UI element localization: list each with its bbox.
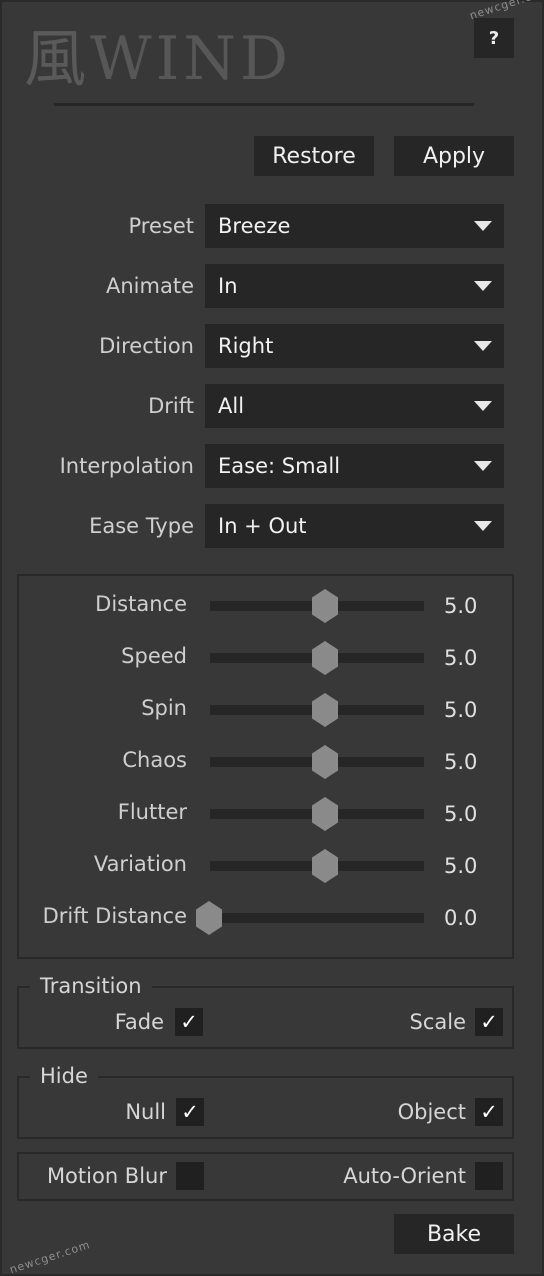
variation-value: 5.0: [444, 854, 478, 878]
hide-title: Hide: [30, 1063, 98, 1089]
drift-value: All: [218, 394, 245, 418]
preset-dropdown[interactable]: Breeze: [205, 204, 504, 248]
drift-distance-slider-track[interactable]: [210, 913, 424, 923]
wind-panel: 風 WIND ? newcger.com Restore Apply Prese…: [0, 0, 544, 1276]
animate-dropdown[interactable]: In: [205, 264, 504, 308]
chaos-label: Chaos: [122, 748, 187, 772]
chevron-down-icon: [474, 281, 492, 291]
interpolation-label: Interpolation: [59, 454, 194, 478]
animate-value: In: [218, 274, 238, 298]
chaos-value: 5.0: [444, 750, 478, 774]
wind-logo: 風 WIND: [24, 24, 292, 94]
motion-blur-label: Motion Blur: [46, 1164, 167, 1188]
restore-button[interactable]: Restore: [254, 136, 374, 176]
flutter-value: 5.0: [444, 802, 478, 826]
motion-blur-checkbox[interactable]: [176, 1162, 204, 1190]
fade-label: Fade: [114, 1010, 164, 1034]
auto-orient-label: Auto-Orient: [343, 1164, 466, 1188]
chevron-down-icon: [474, 341, 492, 351]
object-checkbox[interactable]: ✓: [475, 1098, 503, 1126]
drift-label: Drift: [148, 394, 194, 418]
watermark-bottom: newcger.com: [8, 1238, 92, 1276]
distance-value: 5.0: [444, 594, 478, 618]
drift-distance-label: Drift Distance: [42, 904, 187, 928]
animate-label: Animate: [106, 274, 194, 298]
scale-label: Scale: [409, 1010, 467, 1034]
speed-value: 5.0: [444, 646, 478, 670]
chevron-down-icon: [474, 401, 492, 411]
null-checkbox[interactable]: ✓: [176, 1098, 204, 1126]
ease-type-label: Ease Type: [89, 514, 194, 538]
preset-value: Breeze: [218, 214, 291, 238]
chevron-down-icon: [474, 521, 492, 531]
distance-label: Distance: [95, 592, 187, 616]
null-label: Null: [125, 1100, 166, 1124]
apply-button[interactable]: Apply: [394, 136, 514, 176]
transition-title: Transition: [30, 973, 152, 999]
scale-checkbox[interactable]: ✓: [475, 1008, 503, 1036]
help-button[interactable]: ?: [474, 18, 514, 58]
logo-divider: [54, 103, 474, 106]
direction-label: Direction: [99, 334, 194, 358]
direction-value: Right: [218, 334, 274, 358]
auto-orient-checkbox[interactable]: [475, 1162, 503, 1190]
ease-type-value: In + Out: [218, 514, 307, 538]
spin-value: 5.0: [444, 698, 478, 722]
speed-label: Speed: [121, 644, 187, 668]
direction-dropdown[interactable]: Right: [205, 324, 504, 368]
chevron-down-icon: [474, 461, 492, 471]
variation-label: Variation: [93, 852, 187, 876]
interpolation-value: Ease: Small: [218, 454, 341, 478]
fade-checkbox[interactable]: ✓: [175, 1008, 203, 1036]
object-label: Object: [397, 1100, 466, 1124]
chevron-down-icon: [474, 221, 492, 231]
interpolation-dropdown[interactable]: Ease: Small: [205, 444, 504, 488]
drift-dropdown[interactable]: All: [205, 384, 504, 428]
preset-label: Preset: [128, 214, 194, 238]
bake-button[interactable]: Bake: [394, 1214, 514, 1254]
logo-kanji: 風: [24, 22, 87, 95]
drift-distance-value: 0.0: [444, 906, 478, 930]
flutter-label: Flutter: [117, 800, 187, 824]
ease-type-dropdown[interactable]: In + Out: [205, 504, 504, 548]
logo-title: WIND: [90, 24, 292, 94]
spin-label: Spin: [141, 696, 187, 720]
